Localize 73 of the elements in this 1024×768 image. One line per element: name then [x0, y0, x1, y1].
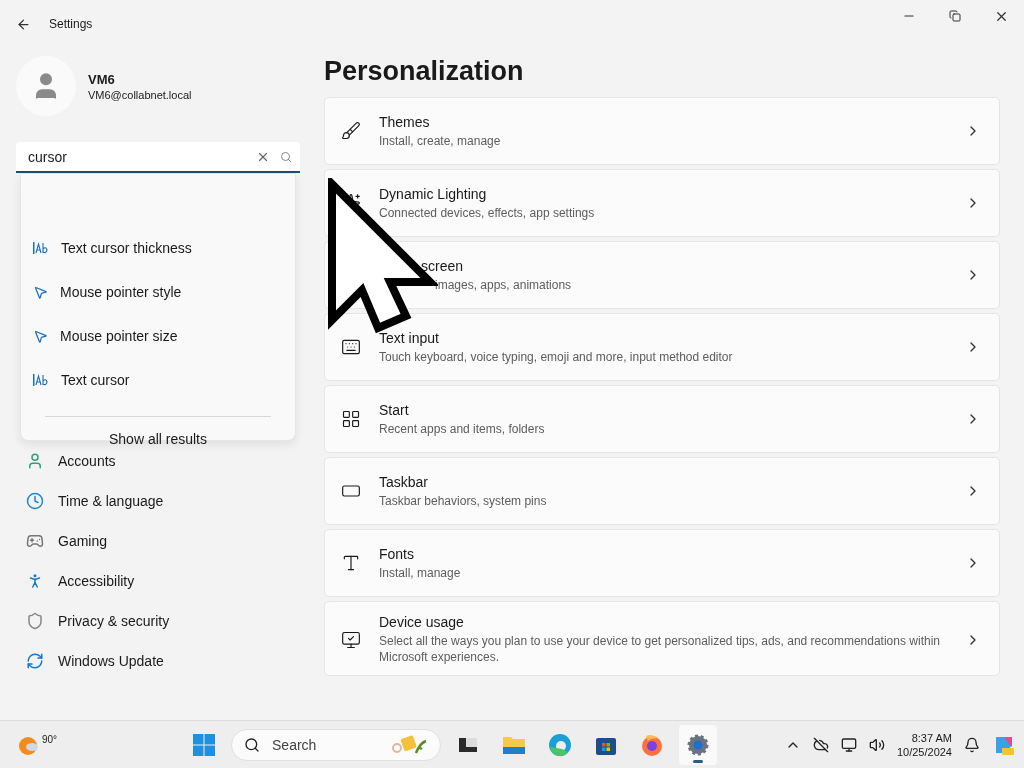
card-subtitle: Recent apps and items, folders: [379, 420, 546, 437]
card-title: Text input: [379, 329, 440, 346]
folder-icon: [502, 734, 527, 755]
search-result[interactable]: Mouse pointer style: [21, 270, 295, 314]
card-subtitle: Install, manage: [379, 564, 462, 581]
settings-card[interactable]: Dynamic Lighting Connected devices, effects, app settings: [324, 169, 1000, 237]
page-title: Personalization: [324, 56, 524, 87]
restore-icon: [949, 10, 961, 22]
update-icon: [26, 652, 44, 670]
settings-card[interactable]: Taskbar Taskbar behaviors, system pins: [324, 457, 1000, 525]
nav-item[interactable]: Gaming: [16, 521, 300, 561]
pointer-icon: [33, 284, 48, 300]
card-subtitle: Taskbar behaviors, system pins: [379, 492, 548, 509]
settings-search-box[interactable]: cursor: [16, 142, 300, 173]
search-highlight-drawing: [392, 734, 429, 755]
settings-card[interactable]: Fonts Install, manage: [324, 529, 1000, 597]
card-subtitle: Select all the ways you plan to use your device to get personalized tips, ads, and recommendations within Microsoft experiences.: [379, 633, 941, 665]
nav-item[interactable]: Windows Update: [16, 641, 300, 681]
search-result[interactable]: Text cursor thickness: [21, 226, 295, 270]
nav-item[interactable]: Time & language: [16, 481, 300, 521]
settings-card[interactable]: Start Recent apps and items, folders: [324, 385, 1000, 453]
card-title: Device usage: [379, 614, 465, 630]
monitor-check-icon: [341, 629, 361, 650]
nav-item[interactable]: Accessibility: [16, 561, 300, 601]
speaker-icon[interactable]: [868, 736, 885, 753]
nav-item[interactable]: Privacy & security: [16, 601, 300, 641]
card-title: Themes: [379, 113, 431, 130]
gamepad-icon: [26, 532, 44, 550]
clock[interactable]: 8:37 AM 10/25/2024: [896, 731, 952, 758]
fox-browser-icon: [640, 732, 665, 757]
profile-name: VM6: [88, 71, 116, 87]
back-icon[interactable]: [16, 16, 31, 32]
network-icon[interactable]: [840, 736, 857, 753]
pointer-icon: [33, 328, 48, 344]
brush-icon: [341, 121, 361, 141]
browser-icon: [548, 732, 573, 757]
person-icon: [26, 452, 44, 470]
card-title: screen: [420, 257, 465, 274]
show-all-results-button[interactable]: Show all results: [100, 427, 215, 451]
card-subtitle: images, apps, animations: [434, 276, 573, 293]
keyboard-icon: [341, 337, 361, 357]
card-subtitle: Install, create, manage: [379, 132, 502, 149]
text-cursor-icon: [33, 242, 49, 254]
cloud-off-icon[interactable]: [812, 736, 829, 753]
start-icon: [193, 733, 216, 756]
clock-date: 10/25/2024: [896, 745, 952, 758]
settings-card[interactable]: Themes Install, create, manage: [324, 97, 1000, 165]
weather-temperature: 90°: [42, 733, 58, 745]
font-icon: [341, 553, 361, 573]
settings-card[interactable]: Device usage Select all the ways you plan to use your device to get personalized tips, ads, and recommendations within Microsoft experiences.: [324, 601, 1000, 676]
taskbar-search-input[interactable]: Search: [270, 735, 383, 754]
clock-icon: [26, 492, 44, 510]
card-title: Dynamic Lighting: [379, 185, 488, 202]
clock-time: 8:37 AM: [911, 731, 952, 744]
grid-icon: [341, 409, 361, 429]
query-input[interactable]: cursor: [26, 147, 246, 166]
search-result[interactable]: Text cursor: [21, 358, 295, 402]
card-title: Start: [379, 401, 410, 418]
text-cursor-icon: [33, 374, 49, 386]
shield-icon: [26, 612, 44, 630]
card-title: Taskbar: [379, 473, 430, 490]
search-result[interactable]: Mouse pointer size: [21, 314, 295, 358]
search-icon[interactable]: [280, 150, 292, 163]
bell-icon[interactable]: [964, 736, 980, 753]
card-title: Fonts: [379, 545, 415, 562]
card-subtitle: Connected devices, effects, app settings: [379, 204, 596, 221]
card-subtitle: Touch keyboard, voice typing, emoji and more, input method editor: [379, 348, 734, 365]
search-icon: [244, 736, 261, 753]
window-title: Settings: [49, 17, 93, 31]
taskbar-search-bar[interactable]: Search: [231, 728, 442, 761]
gear-icon: [686, 732, 711, 757]
settings-card[interactable]: Text input Touch keyboard, voice typing, emoji and more, input method editor: [324, 313, 1000, 381]
profile-email: VM6@collabnet.local: [88, 88, 192, 101]
